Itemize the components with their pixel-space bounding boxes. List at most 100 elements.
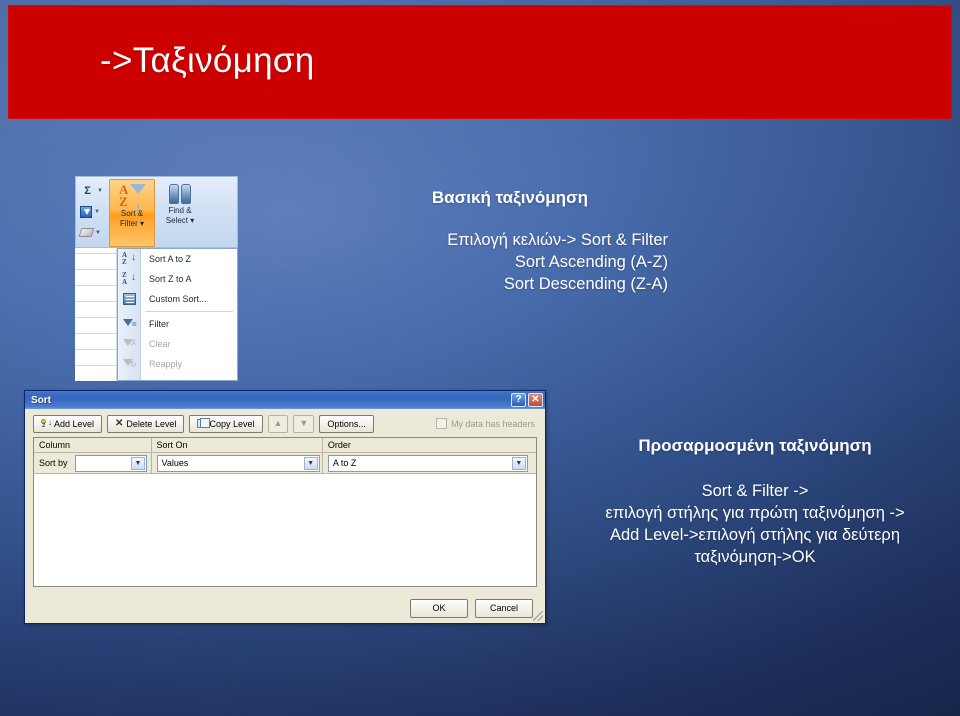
sum-icon: Σ: [84, 184, 91, 197]
chevron-down-icon: ▼: [95, 229, 101, 236]
menu-item-label: Reapply: [149, 359, 183, 369]
arrow-up-icon: ▲: [273, 418, 283, 428]
help-button[interactable]: ?: [511, 393, 526, 407]
arrow-down-icon: ▼: [299, 418, 309, 428]
sort-dialog-footer: OK Cancel: [25, 593, 545, 623]
sort-on-value: Values: [161, 458, 189, 468]
ribbon-small-button-column: Σ ▼ ▼ ▼: [78, 180, 107, 243]
sort-and-filter-dropdown-menu: A Z ↓ Sort A to Z Z A ↓ Sort Z to A Custom S…: [117, 248, 238, 381]
clear-filter-icon: ✗: [118, 334, 141, 354]
spreadsheet-row: [75, 302, 117, 318]
custom-sort-icon: [118, 289, 141, 309]
ribbon-find-select-label-line2: Select ▾: [165, 215, 195, 225]
reapply-filter-icon: ↻: [118, 354, 141, 374]
clear-eraser-icon: [78, 228, 95, 237]
custom-sort-line-3: Add Level->επιλογή στήλης για δεύτερη: [610, 526, 900, 545]
sort-by-label: Sort by: [39, 458, 68, 468]
sort-a-to-z-icon: A Z ↓: [122, 250, 136, 266]
move-level-up-button: ▲: [267, 414, 289, 433]
ribbon-sort-and-filter-button[interactable]: AZ Sort & Filter ▾: [109, 179, 155, 247]
menu-item-label: Sort Z to A: [149, 274, 192, 284]
custom-sort-line-4: ταξινόμηση->OK: [694, 548, 816, 567]
sort-on-cell: Values ▼: [152, 453, 323, 473]
fill-icon: [80, 205, 92, 218]
ok-button[interactable]: OK: [410, 598, 468, 618]
sort-dialog-toolbar: 2 ↓ Add Level ✕ Delete Level Copy Level ▲…: [25, 409, 545, 435]
chevron-down-icon: ▼: [303, 456, 318, 470]
custom-sort-line-2: επιλογή στήλης για πρώτη ταξινόμηση ->: [605, 504, 905, 523]
autosum-button[interactable]: Σ ▼: [79, 180, 107, 201]
sort-levels-grid: Column Sort On Order Sort by ▼ Values ▼: [33, 437, 537, 587]
excel-ribbon-screenshot: Σ ▼ ▼ ▼ AZ Sort & Filter ▾ Find & Select…: [75, 176, 238, 381]
order-value: A to Z: [332, 458, 357, 468]
fill-button[interactable]: ▼: [79, 201, 107, 222]
menu-item-reapply: ↻ Reapply: [118, 354, 237, 374]
chevron-down-icon: ▼: [131, 456, 145, 470]
menu-item-sort-z-to-a[interactable]: Z A ↓ Sort Z to A: [118, 269, 237, 289]
basic-sort-line-1: Επιλογή κελιών-> Sort & Filter: [447, 231, 668, 249]
add-level-label: Add Level: [54, 418, 95, 429]
options-button[interactable]: Options...: [319, 414, 374, 433]
page-title: ->Ταξινόμηση: [100, 41, 315, 80]
sort-dialog-titlebar-buttons: ? ✕: [511, 393, 543, 407]
clear-button[interactable]: ▼: [78, 222, 107, 243]
options-label: Options...: [327, 418, 366, 429]
menu-item-label: Sort A to Z: [149, 254, 192, 264]
spreadsheet-row: [75, 286, 117, 302]
ribbon-sort-filter-label-line1: Sort &: [120, 209, 144, 218]
ribbon-find-and-select-button[interactable]: Find & Select ▾: [157, 179, 203, 247]
menu-separator: [145, 311, 233, 312]
filter-icon: =: [118, 314, 141, 334]
ribbon-find-select-label-line1: Find &: [168, 206, 192, 215]
chevron-down-icon: ▼: [94, 208, 100, 215]
resize-grip-icon[interactable]: [533, 611, 543, 621]
custom-sort-heading: Προσαρμοσμένη ταξινόμηση: [638, 436, 872, 455]
delete-level-button[interactable]: ✕ Delete Level: [107, 414, 185, 433]
copy-icon: [197, 418, 211, 428]
spreadsheet-row: [75, 334, 117, 350]
copy-level-button[interactable]: Copy Level: [189, 414, 263, 433]
move-level-down-button: ▼: [293, 414, 315, 433]
menu-item-filter[interactable]: = Filter: [118, 314, 237, 334]
basic-sort-line-2: Sort Ascending (A-Z): [514, 252, 668, 271]
close-icon[interactable]: ✕: [528, 393, 543, 407]
title-banner: ->Ταξινόμηση: [8, 5, 952, 119]
menu-item-label: Clear: [149, 339, 171, 349]
column-header-order: Order: [327, 440, 351, 450]
order-cell: A to Z ▼: [323, 453, 536, 473]
menu-item-clear: ✗ Clear: [118, 334, 237, 354]
sort-dialog-screenshot: Sort ? ✕ 2 ↓ Add Level ✕ Delete Level Cop…: [24, 390, 546, 624]
custom-sort-text-block: Προσαρμοσμένη ταξινόμηση Sort & Filter -…: [554, 436, 956, 568]
custom-sort-line-1: Sort & Filter ->: [701, 482, 809, 500]
sort-filter-icon: AZ: [119, 182, 146, 211]
table-row: Sort by ▼ Values ▼ A to Z ▼: [34, 453, 536, 474]
sort-dialog-titlebar[interactable]: Sort ? ✕: [25, 391, 545, 409]
basic-sort-text-block: Βασική ταξινόμηση Επιλογή κελιών-> Sort …: [352, 188, 668, 295]
copy-level-label: Copy Level: [209, 418, 255, 429]
sort-dialog-title: Sort: [31, 394, 51, 406]
spreadsheet-row: [75, 366, 117, 381]
spreadsheet-row: [75, 318, 117, 334]
sort-z-to-a-icon: Z A ↓: [122, 270, 136, 286]
chevron-down-icon: ▼: [97, 187, 103, 194]
basic-sort-heading: Βασική ταξινόμηση: [431, 188, 589, 207]
add-level-button[interactable]: 2 ↓ Add Level: [33, 414, 103, 433]
add-level-icon: 2 ↓: [41, 417, 52, 429]
column-header-column: Column: [34, 438, 152, 452]
spreadsheet-row: [75, 270, 117, 286]
my-data-has-headers-checkbox[interactable]: My data has headers: [435, 418, 539, 429]
chevron-down-icon: ▼: [511, 456, 526, 470]
order-select[interactable]: A to Z ▼: [327, 454, 528, 472]
checkbox-box: [435, 418, 447, 429]
menu-item-label: Custom Sort...: [149, 294, 207, 304]
basic-sort-line-3: Sort Descending (Z-A): [503, 274, 668, 293]
menu-item-custom-sort[interactable]: Custom Sort...: [118, 289, 237, 309]
menu-item-label: Filter: [149, 319, 169, 329]
delete-level-label: Delete Level: [126, 418, 177, 429]
ribbon-editing-group: Σ ▼ ▼ ▼ AZ Sort & Filter ▾ Find & Select…: [75, 176, 238, 248]
sort-by-column-select[interactable]: ▼: [75, 454, 147, 472]
my-data-has-headers-label: My data has headers: [450, 418, 535, 429]
sort-on-select[interactable]: Values ▼: [156, 454, 320, 472]
cancel-button[interactable]: Cancel: [475, 598, 533, 618]
menu-item-sort-a-to-z[interactable]: A Z ↓ Sort A to Z: [118, 249, 237, 269]
